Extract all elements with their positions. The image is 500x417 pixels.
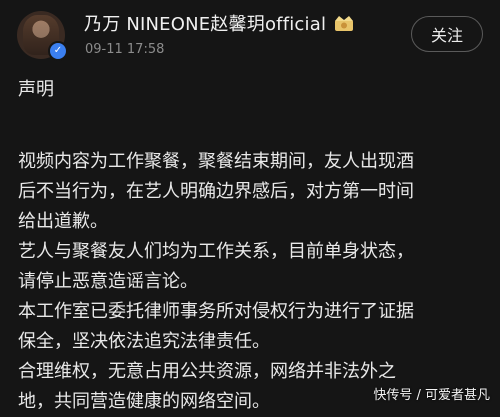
text-line: 艺人与聚餐友人们均为工作关系，目前单身状态， — [18, 241, 414, 262]
watermark: 快传号 / 可爱者甚凡 — [373, 388, 490, 403]
post-title: 声明 — [18, 79, 54, 100]
text-line: 合理维权，无意占用公共资源，网络并非法外之 — [18, 361, 396, 382]
post-header: ✓ 乃万 NINEONE赵馨玥official 09-11 17:58 关注 — [0, 0, 500, 70]
paragraph-1: 视频内容为工作聚餐，聚餐结束期间，友人出现酒 后不当行为，在艺人明确边界感后，对… — [18, 147, 488, 237]
author-row: 乃万 NINEONE赵馨玥official — [84, 10, 355, 36]
paragraph-3: 本工作室已委托律师事务所对侵权行为进行了证据 保全，坚决依法追究法律责任。 — [18, 297, 488, 357]
post-timestamp: 09-11 17:58 — [85, 42, 165, 57]
post-body: 声明 视频内容为工作聚餐，聚餐结束期间，友人出现酒 后不当行为，在艺人明确边界感… — [18, 78, 488, 417]
paragraph-2: 艺人与聚餐友人们均为工作关系，目前单身状态， 请停止恶意造谣言论。 — [18, 237, 488, 297]
crown-badge-icon[interactable] — [333, 14, 355, 32]
verified-badge-icon: ✓ — [48, 41, 68, 61]
avatar[interactable]: ✓ — [17, 11, 68, 61]
text-line: 视频内容为工作聚餐，聚餐结束期间，友人出现酒 — [18, 151, 414, 172]
author-name[interactable]: 乃万 NINEONE赵馨玥official — [84, 10, 326, 36]
text-line: 给出道歉。 — [18, 211, 108, 232]
text-line: 本工作室已委托律师事务所对侵权行为进行了证据 — [18, 301, 414, 322]
follow-button[interactable]: 关注 — [411, 16, 483, 52]
text-line: 请停止恶意造谣言论。 — [18, 271, 198, 292]
text-line: 后不当行为，在艺人明确边界感后，对方第一时间 — [18, 181, 414, 202]
text-line: 保全，坚决依法追究法律责任。 — [18, 331, 270, 352]
